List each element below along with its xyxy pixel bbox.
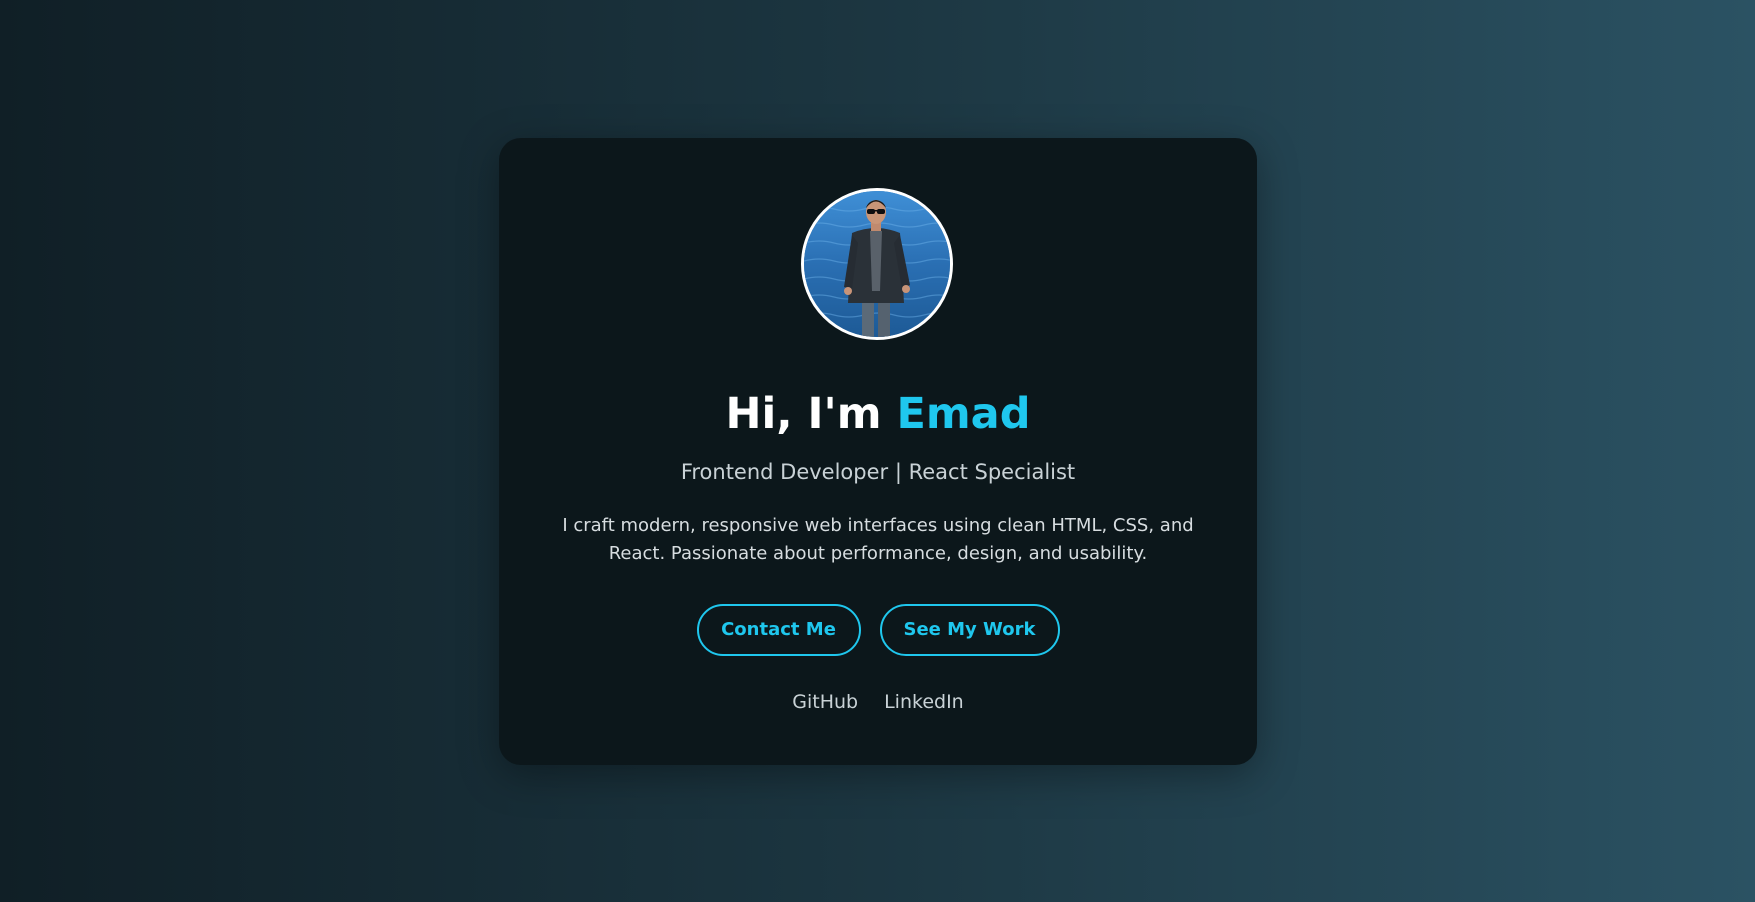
- profile-card: Hi, I'm Emad Frontend Developer | React …: [499, 138, 1257, 765]
- cta-group: Contact Me See My Work: [499, 604, 1257, 656]
- name-highlight: Emad: [896, 389, 1031, 439]
- social-links: GitHub LinkedIn: [499, 689, 1257, 715]
- avatar-photo: [804, 191, 950, 337]
- linkedin-link[interactable]: LinkedIn: [884, 689, 964, 715]
- contact-me-button[interactable]: Contact Me: [696, 604, 861, 656]
- role-subtitle: Frontend Developer | React Specialist: [680, 460, 1076, 484]
- see-my-work-button[interactable]: See My Work: [879, 604, 1060, 656]
- bio-text: I craft modern, responsive web interface…: [562, 515, 1194, 564]
- avatar: [801, 188, 953, 340]
- page-title: Hi, I'm Emad: [499, 386, 1257, 442]
- github-link[interactable]: GitHub: [792, 689, 858, 715]
- greeting-text: Hi, I'm: [725, 389, 897, 439]
